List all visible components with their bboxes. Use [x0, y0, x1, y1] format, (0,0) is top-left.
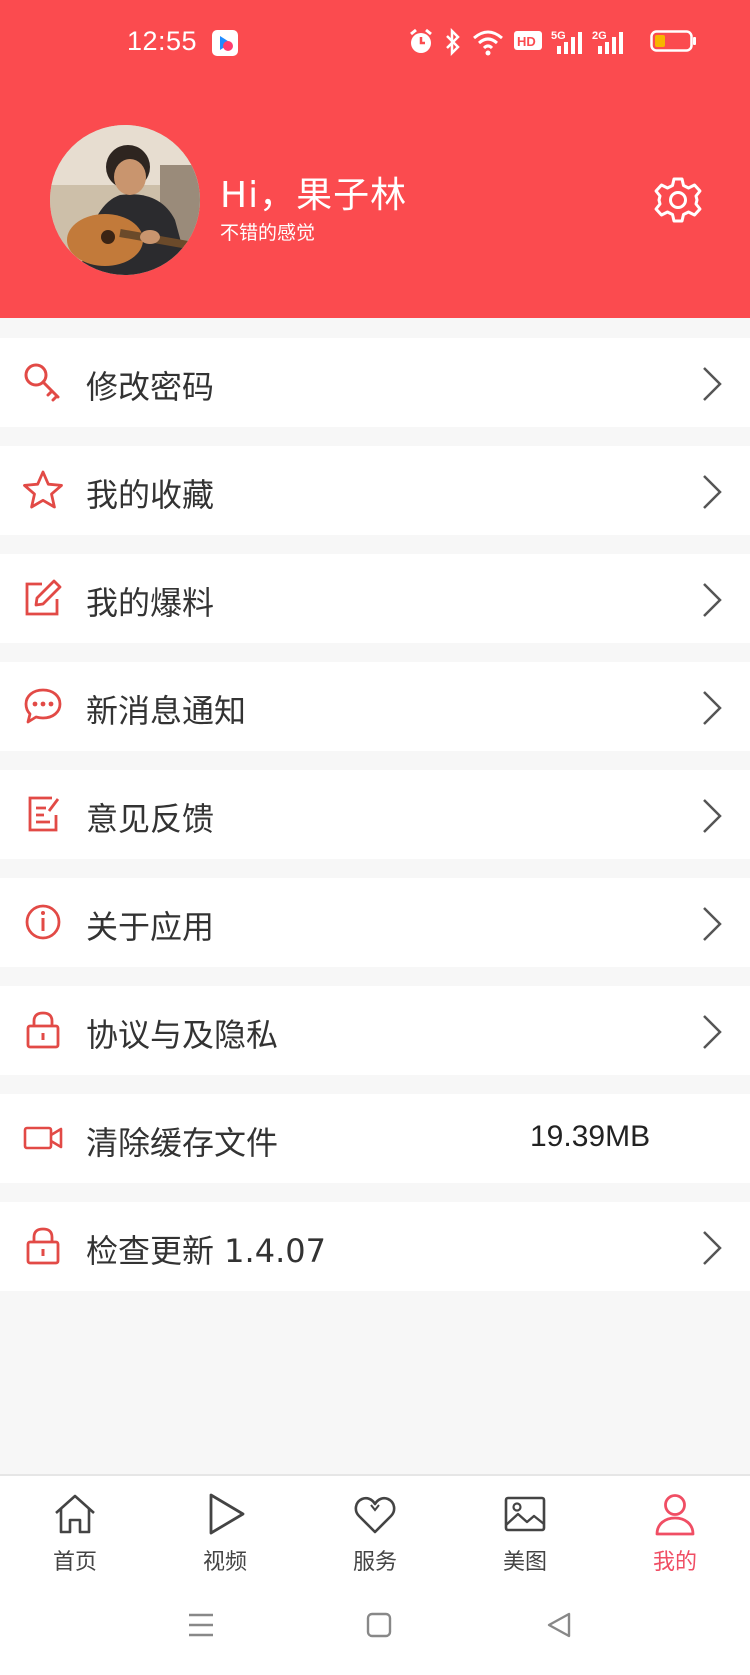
image-icon — [504, 1496, 546, 1532]
tab-gallery[interactable]: 美图 — [450, 1476, 600, 1588]
status-bar: 12:55 HD 5G 2G — [0, 0, 750, 88]
lock-icon — [26, 1227, 60, 1265]
cache-size: 19.39MB — [530, 1120, 651, 1153]
tab-label: 服务 — [352, 1550, 397, 1575]
heart-icon — [354, 1496, 396, 1534]
battery-low-icon — [650, 30, 696, 52]
alarm-icon — [410, 28, 432, 53]
video-icon — [23, 1126, 63, 1150]
menu-nav-icon[interactable] — [187, 1612, 215, 1638]
system-navigation-bar — [0, 1586, 750, 1675]
play-icon — [209, 1493, 245, 1535]
bottom-tab-bar: 首页 视频 服务 美图 我的 — [0, 1474, 750, 1586]
chevron-right-icon — [703, 367, 722, 401]
menu-item-my-favorites[interactable]: 我的收藏 — [0, 446, 750, 535]
settings-button[interactable] — [654, 176, 702, 224]
svg-text:2G: 2G — [592, 30, 607, 42]
tab-service[interactable]: 服务 — [300, 1476, 450, 1588]
profile-greeting: Hi，果子林 — [220, 175, 408, 216]
tab-label: 首页 — [52, 1550, 97, 1575]
tab-mine[interactable]: 我的 — [600, 1476, 750, 1588]
edit-icon — [25, 579, 62, 616]
star-icon — [23, 470, 63, 509]
svg-text:5G: 5G — [551, 30, 566, 42]
menu-item-clear-cache[interactable]: 清除缓存文件 19.39MB — [0, 1094, 750, 1183]
menu-item-change-password[interactable]: 修改密码 — [0, 338, 750, 427]
menu-label: 意见反馈 — [86, 800, 215, 838]
avatar[interactable] — [50, 125, 200, 275]
back-nav-icon[interactable] — [546, 1611, 572, 1639]
youku-app-icon — [212, 30, 238, 56]
profile-header: 12:55 HD 5G 2G Hi，果子林 不错的感觉 — [0, 0, 750, 318]
home-nav-icon[interactable] — [366, 1612, 392, 1638]
chevron-right-icon — [703, 907, 722, 941]
menu-label: 我的爆料 — [86, 584, 215, 622]
home-icon — [55, 1494, 95, 1534]
menu-item-about-app[interactable]: 关于应用 — [0, 878, 750, 967]
chevron-right-icon — [703, 583, 722, 617]
menu-item-my-reports[interactable]: 我的爆料 — [0, 554, 750, 643]
status-icons: HD 5G 2G — [408, 28, 708, 58]
menu-item-check-update[interactable]: 检查更新 1.4.07 — [0, 1202, 750, 1291]
wifi-icon — [473, 30, 503, 56]
hd-icon: HD — [514, 31, 542, 50]
svg-text:HD: HD — [517, 34, 536, 49]
bluetooth-icon — [446, 28, 460, 56]
tab-label: 视频 — [202, 1550, 247, 1575]
menu-item-agreement-privacy[interactable]: 协议与及隐私 — [0, 986, 750, 1075]
tab-label: 我的 — [652, 1550, 697, 1575]
lock-icon — [26, 1011, 60, 1049]
chevron-right-icon — [703, 691, 722, 725]
user-icon — [655, 1494, 695, 1536]
tab-video[interactable]: 视频 — [150, 1476, 300, 1588]
gear-icon — [654, 177, 702, 223]
menu-label: 修改密码 — [86, 368, 215, 406]
tab-label: 美图 — [502, 1550, 547, 1575]
menu-item-notifications[interactable]: 新消息通知 — [0, 662, 750, 751]
feedback-icon — [28, 796, 60, 832]
message-icon — [24, 688, 62, 724]
info-icon — [25, 904, 61, 940]
menu-label: 新消息通知 — [86, 692, 247, 730]
key-icon — [24, 363, 60, 402]
chevron-right-icon — [703, 1015, 722, 1049]
chevron-right-icon — [703, 799, 722, 833]
menu-item-feedback[interactable]: 意见反馈 — [0, 770, 750, 859]
status-time: 12:55 — [127, 26, 198, 56]
5g-signal-icon: 5G — [551, 30, 582, 54]
menu-label: 关于应用 — [86, 908, 215, 946]
2g-signal-icon: 2G — [592, 30, 623, 54]
chevron-right-icon — [703, 1231, 722, 1265]
tab-home[interactable]: 首页 — [0, 1476, 150, 1588]
menu-label: 检查更新 1.4.07 — [86, 1232, 326, 1270]
chevron-right-icon — [703, 475, 722, 509]
profile-subtitle: 不错的感觉 — [220, 222, 316, 244]
menu-label: 清除缓存文件 — [86, 1124, 279, 1162]
menu-label: 我的收藏 — [86, 476, 215, 514]
menu-label: 协议与及隐私 — [86, 1016, 279, 1054]
